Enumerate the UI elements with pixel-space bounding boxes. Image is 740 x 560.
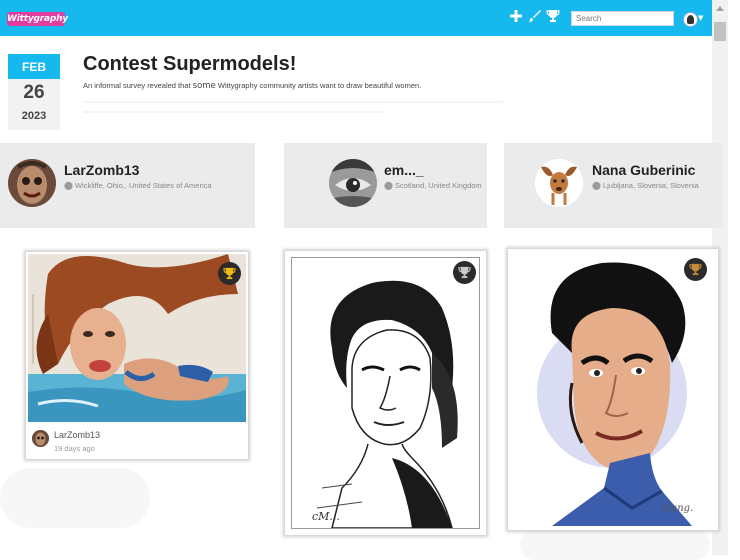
artwork-image[interactable] [28, 254, 246, 422]
background-shape [0, 468, 150, 528]
location-pin-icon: ⬤ [64, 181, 73, 190]
posted-time: 19 days ago [54, 444, 95, 453]
chevron-down-icon[interactable]: ▼ [698, 14, 703, 22]
location-pin-icon: ⬤ [592, 181, 601, 190]
svg-text:Nung.: Nung. [661, 503, 693, 514]
date-year: 2023 [21, 110, 47, 122]
svg-text:cM...: cM... [312, 510, 340, 523]
wittygraphy-logo[interactable]: Wittygraphy [7, 12, 68, 26]
trophy-icon [689, 263, 702, 276]
top-navigation-bar: Wittygraphy ▼ [0, 0, 712, 36]
scrollbar-thumb[interactable] [714, 22, 726, 41]
artwork-card[interactable]: cM... [285, 251, 486, 535]
artwork-card[interactable]: LarZomb13 19 days ago [26, 252, 248, 459]
vote-trophy-button[interactable] [684, 258, 707, 281]
description-emphasis: some [192, 81, 216, 91]
plus-icon[interactable] [509, 9, 525, 25]
author-avatar[interactable] [32, 430, 49, 447]
artwork-image[interactable]: Nung. [512, 253, 714, 526]
date-month: FEB [8, 54, 60, 79]
date-day: 26 [23, 82, 45, 103]
location-pin-icon: ⬤ [384, 181, 393, 190]
card-footer: LarZomb13 19 days ago [26, 424, 248, 459]
artist-avatar[interactable] [329, 159, 377, 207]
artist-location: ⬤ Ljubljana, Slovenia, Slovenia [592, 181, 699, 190]
artist-name[interactable]: em..._ [384, 162, 424, 178]
author-name[interactable]: LarZomb13 [54, 430, 100, 440]
artist-header-nana-guberinic[interactable]: Nana Guberinic ⬤ Ljubljana, Slovenia, Slo… [504, 143, 723, 228]
artist-header-larzomb13[interactable]: LarZomb13 ⬤ Wickliffe, Ohio,, United Stat… [0, 143, 255, 228]
artist-location: ⬤ Wickliffe, Ohio,, United States of Amer… [64, 181, 212, 190]
artist-location: ⬤ Scotland, United Kingdom [384, 181, 482, 190]
brush-icon[interactable] [528, 9, 544, 25]
trophy-icon [458, 266, 471, 279]
search-input[interactable] [571, 11, 674, 26]
artist-header-em[interactable]: em..._ ⬤ Scotland, United Kingdom [284, 143, 487, 228]
description-text-start: An informal survey revealed that [83, 81, 193, 90]
contest-date-badge: FEB 26 2023 [8, 54, 60, 130]
trophy-icon[interactable] [546, 9, 562, 25]
artist-avatar[interactable] [535, 159, 583, 207]
faded-text-line [83, 101, 503, 103]
trophy-icon [223, 267, 236, 280]
vote-trophy-button[interactable] [218, 262, 241, 285]
contest-description: An informal survey revealed that some Wi… [83, 81, 421, 91]
scroll-up-arrow-icon[interactable] [716, 6, 724, 11]
user-avatar[interactable] [683, 12, 698, 27]
contest-title: Contest Supermodels! [83, 53, 297, 75]
background-shape [520, 530, 710, 560]
artist-avatar[interactable] [8, 159, 56, 207]
artist-name[interactable]: Nana Guberinic [592, 162, 695, 178]
artwork-card[interactable]: Nung. [508, 249, 718, 530]
vote-trophy-button[interactable] [453, 261, 476, 284]
description-text-end: Wittygraphy community artists want to dr… [215, 81, 422, 90]
artwork-image[interactable]: cM... [291, 257, 480, 529]
faded-text-line [83, 111, 383, 113]
artist-name[interactable]: LarZomb13 [64, 162, 139, 178]
